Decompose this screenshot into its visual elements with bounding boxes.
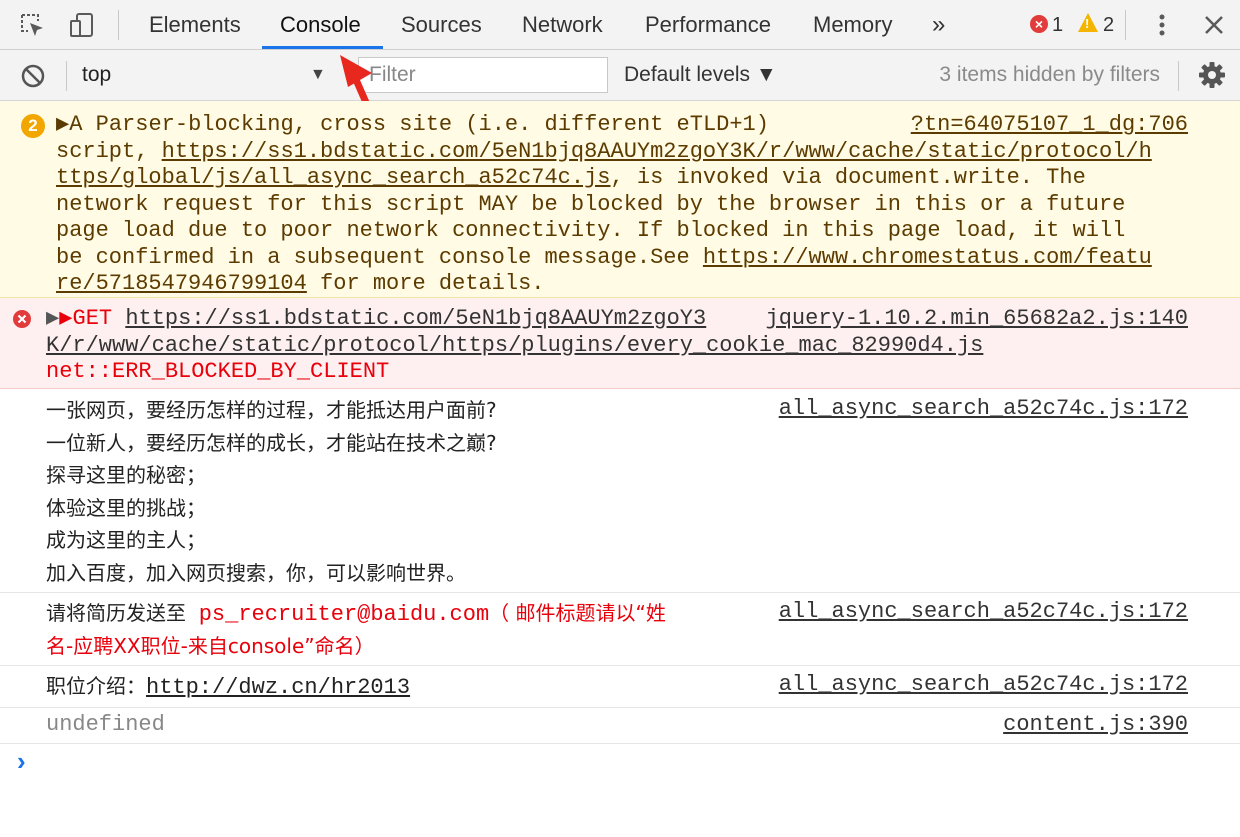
warning-line-6: be confirmed in a subsequent console mes… bbox=[56, 244, 703, 270]
log-line: 一张网页，要经历怎样的过程，才能抵达用户面前? bbox=[46, 398, 497, 422]
error-url[interactable]: https://ss1.bdstatic.com/5eN1bjq8AAUYm2z… bbox=[125, 306, 706, 331]
chevron-down-icon: ▼ bbox=[310, 66, 326, 83]
context-value: top bbox=[82, 63, 112, 86]
console-error-message: ▶▶GET https://ss1.bdstatic.com/5eN1bjq8A… bbox=[0, 298, 1240, 389]
console-log-message: 一张网页，要经历怎样的过程，才能抵达用户面前? 一位新人，要经历怎样的成长，才能… bbox=[0, 390, 1240, 592]
warning-script-link[interactable]: https://ss1.bdstatic.com/5eN1bjq8AAUYm2z… bbox=[162, 139, 1152, 164]
settings-gear-icon[interactable] bbox=[1198, 61, 1226, 94]
error-count-icon[interactable]: × bbox=[1030, 15, 1048, 33]
tab-console[interactable]: Console bbox=[280, 0, 361, 50]
hidden-items-note: 3 items hidden by filters bbox=[939, 63, 1160, 86]
error-method: ▶GET bbox=[59, 306, 126, 331]
tab-network[interactable]: Network bbox=[522, 0, 603, 50]
error-count[interactable]: 1 bbox=[1052, 0, 1063, 50]
warning-line-7: for more details. bbox=[306, 271, 545, 296]
toolbar-divider bbox=[1178, 61, 1179, 91]
console-result-message: undefined content.js:390 bbox=[0, 708, 1240, 743]
chromestatus-link-cont[interactable]: re/5718547946799104 bbox=[56, 271, 307, 296]
toolbar-divider bbox=[66, 61, 67, 91]
console-log-message: 请将简历发送至 ps_recruiter@baidu.com（ 邮件标题请以“姓… bbox=[0, 593, 1240, 665]
tab-performance[interactable]: Performance bbox=[645, 0, 771, 50]
device-toolbar-icon[interactable] bbox=[68, 11, 96, 39]
warning-line-3: , is invoked via document.write. The bbox=[610, 165, 1086, 190]
console-toolbar: top ▼ Filter Default levels ▼ 3 items hi… bbox=[0, 50, 1240, 101]
email-subject-note: （ 邮件标题请以“姓 bbox=[489, 601, 666, 625]
more-options-icon[interactable] bbox=[1148, 11, 1176, 39]
log-line: 体验这里的挑战； bbox=[46, 495, 206, 520]
devtools-tab-bar: Elements Console Sources Network Perform… bbox=[0, 0, 1240, 50]
error-message: net::ERR_BLOCKED_BY_CLIENT bbox=[46, 359, 390, 384]
toolbar-divider bbox=[118, 10, 119, 40]
warning-count-icon[interactable]: ! bbox=[1078, 13, 1098, 32]
warning-line-1[interactable]: ▶A Parser-blocking, cross site (i.e. dif… bbox=[56, 112, 769, 139]
warning-count-badge: 2 bbox=[21, 114, 45, 138]
context-selector[interactable]: top ▼ bbox=[82, 50, 332, 100]
job-intro-link[interactable]: http://dwz.cn/hr2013 bbox=[146, 675, 410, 700]
log-levels-dropdown[interactable]: Default levels ▼ bbox=[624, 50, 777, 100]
log-source-link[interactable]: all_async_search_a52c74c.js:172 bbox=[779, 672, 1188, 697]
warning-line-2: script, bbox=[56, 138, 162, 164]
prompt-chevron-icon: › bbox=[17, 746, 26, 776]
error-icon bbox=[13, 310, 31, 333]
close-icon[interactable] bbox=[1200, 11, 1228, 39]
clear-console-icon[interactable] bbox=[20, 63, 46, 94]
log-line: 成为这里的主人； bbox=[46, 528, 206, 552]
log-source-link[interactable]: all_async_search_a52c74c.js:172 bbox=[779, 599, 1188, 624]
warning-line-4: network request for this script MAY be b… bbox=[56, 191, 1126, 217]
warning-line-5: page load due to poor network connectivi… bbox=[56, 218, 1126, 243]
email-subject-note-cont: 名-应聘XX职位-来自console”命名） bbox=[46, 634, 375, 658]
chromestatus-link[interactable]: https://www.chromestatus.com/featu bbox=[703, 245, 1152, 270]
log-line: 探寻这里的秘密； bbox=[46, 463, 206, 487]
tab-elements[interactable]: Elements bbox=[149, 0, 241, 50]
log-source-link[interactable]: all_async_search_a52c74c.js:172 bbox=[779, 396, 1188, 421]
inspect-element-icon[interactable] bbox=[18, 11, 46, 39]
error-source-link[interactable]: jquery-1.10.2.min_65682a2.js:140 bbox=[766, 306, 1188, 331]
tab-memory[interactable]: Memory bbox=[813, 0, 892, 50]
log-line: 加入百度，加入网页搜索，你，可以影响世界。 bbox=[46, 560, 466, 585]
warning-script-link-cont[interactable]: ttps/global/js/all_async_search_a52c74c.… bbox=[56, 165, 611, 190]
expand-arrow-icon[interactable]: ▶ bbox=[46, 306, 59, 331]
console-prompt[interactable]: › bbox=[0, 744, 1240, 784]
more-tabs-button[interactable]: » bbox=[932, 0, 945, 50]
error-url-cont[interactable]: K/r/www/cache/static/protocol/https/plug… bbox=[46, 333, 983, 358]
warning-count[interactable]: 2 bbox=[1103, 0, 1114, 50]
resume-prompt: 请将简历发送至 bbox=[46, 601, 199, 625]
log-line: 一位新人，要经历怎样的成长，才能站在技术之巅? bbox=[46, 430, 497, 455]
console-log-message: 职位介绍：http://dwz.cn/hr2013 all_async_sear… bbox=[0, 666, 1240, 707]
tab-sources[interactable]: Sources bbox=[401, 0, 482, 50]
warning-source-link[interactable]: ?tn=64075107_1_dg:706 bbox=[911, 112, 1188, 137]
job-intro-label: 职位介绍： bbox=[46, 674, 146, 698]
toolbar-divider bbox=[1125, 10, 1126, 40]
recruiter-email: ps_recruiter@baidu.com bbox=[198, 602, 490, 627]
log-source-link[interactable]: content.js:390 bbox=[1003, 712, 1188, 737]
console-warning-message: 2 ▶A Parser-blocking, cross site (i.e. d… bbox=[0, 101, 1240, 298]
result-value: undefined bbox=[46, 712, 165, 737]
